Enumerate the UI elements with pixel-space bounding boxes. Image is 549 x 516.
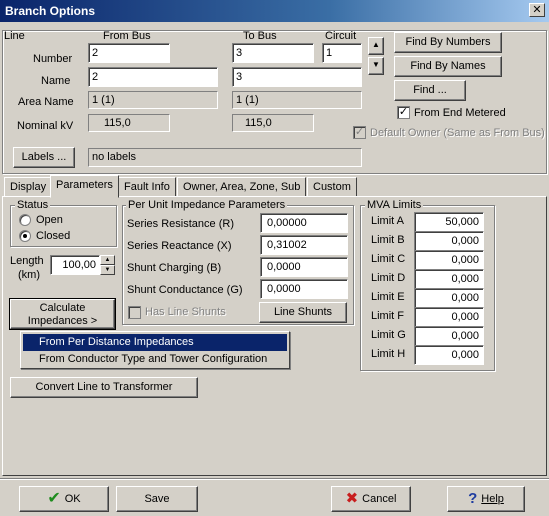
labels-button[interactable]: Labels ...	[13, 147, 75, 168]
length-spin-up[interactable]: ▲	[100, 255, 115, 265]
has-line-shunts-label: Has Line Shunts	[145, 306, 226, 318]
limit-d-input[interactable]: 0,000	[414, 269, 484, 289]
length-unit-label: (km)	[18, 269, 40, 281]
from-end-metered-label: From End Metered	[414, 107, 506, 119]
save-button[interactable]: Save	[116, 486, 198, 512]
shunt-charging-label: Shunt Charging (B)	[127, 262, 222, 274]
tab-parameters[interactable]: Parameters	[50, 175, 119, 198]
window-titlebar: Branch Options	[0, 0, 549, 22]
to-bus-header: To Bus	[243, 30, 277, 42]
limit-g-input[interactable]: 0,000	[414, 326, 484, 346]
area-name-label: Area Name	[18, 96, 74, 108]
help-label: Help	[481, 493, 504, 505]
status-open-label: Open	[36, 214, 63, 226]
from-area-name: 1 (1)	[88, 91, 218, 109]
spin-down-icon: ▼	[104, 267, 111, 273]
default-owner-checkbox: ✓	[353, 126, 366, 139]
status-closed-radio[interactable]	[19, 230, 31, 242]
line-label: Line	[4, 30, 25, 42]
circuit-header: Circuit	[325, 30, 357, 42]
has-line-shunts-checkbox	[128, 306, 141, 319]
series-reactance-label: Series Reactance (X)	[127, 240, 232, 252]
length-input[interactable]: 100,00	[50, 255, 100, 275]
limit-b-label: Limit B	[371, 234, 405, 246]
footer-separator	[0, 478, 549, 480]
limit-h-input[interactable]: 0,000	[414, 345, 484, 365]
status-group-title: Status	[15, 199, 51, 211]
limit-c-label: Limit C	[371, 253, 406, 265]
limit-c-input[interactable]: 0,000	[414, 250, 484, 270]
from-end-metered-checkbox[interactable]: ✓	[397, 106, 410, 119]
limit-b-input[interactable]: 0,000	[414, 231, 484, 251]
close-button[interactable]: ✕	[529, 3, 545, 17]
to-bus-name-input[interactable]: 3	[232, 67, 362, 87]
find-by-numbers-button[interactable]: Find By Numbers	[394, 32, 502, 53]
tab-fault-info[interactable]: Fault Info	[118, 177, 176, 197]
limit-g-label: Limit G	[371, 329, 406, 341]
to-nominal-kv: 115,0	[232, 114, 314, 132]
menu-item-conductor-type[interactable]: From Conductor Type and Tower Configurat…	[23, 351, 287, 368]
limit-a-input[interactable]: 50,000	[414, 212, 484, 232]
cancel-label: Cancel	[362, 493, 397, 505]
from-bus-header: From Bus	[103, 30, 151, 42]
to-area-name: 1 (1)	[232, 91, 362, 109]
circuit-input[interactable]: 1	[322, 43, 362, 63]
help-button[interactable]: ? Help	[447, 486, 525, 512]
shunt-charging-input[interactable]: 0,0000	[260, 257, 348, 277]
shunt-conductance-label: Shunt Conductance (G)	[127, 284, 243, 296]
from-nominal-kv: 115,0	[88, 114, 170, 132]
cancel-x-icon: ✖	[345, 490, 359, 508]
tab-owner-area-zone-sub[interactable]: Owner, Area, Zone, Sub	[177, 177, 307, 197]
from-bus-number-input[interactable]: 2	[88, 43, 170, 63]
limit-e-label: Limit E	[371, 291, 405, 303]
convert-to-transformer-button[interactable]: Convert Line to Transformer	[10, 377, 198, 398]
limit-f-label: Limit F	[371, 310, 404, 322]
limit-a-label: Limit A	[371, 215, 405, 227]
tab-custom[interactable]: Custom	[307, 177, 357, 197]
checkmark-icon: ✔	[47, 490, 61, 508]
mva-limits-title: MVA Limits	[365, 199, 424, 211]
limit-e-input[interactable]: 0,000	[414, 288, 484, 308]
find-button[interactable]: Find ...	[394, 80, 466, 101]
status-open-radio[interactable]	[19, 214, 31, 226]
limit-h-label: Limit H	[371, 348, 406, 360]
calculate-impedances-menu: From Per Distance Impedances From Conduc…	[20, 331, 290, 369]
per-unit-impedance-title: Per Unit Impedance Parameters	[126, 199, 288, 211]
cancel-button[interactable]: ✖ Cancel	[331, 486, 411, 512]
series-reactance-input[interactable]: 0,31002	[260, 235, 348, 255]
window-title: Branch Options	[5, 4, 96, 18]
line-shunts-button[interactable]: Line Shunts	[259, 302, 347, 323]
find-by-names-button[interactable]: Find By Names	[394, 56, 502, 77]
arrow-down-icon: ▼	[372, 60, 380, 69]
arrow-up-icon: ▲	[372, 40, 380, 49]
shunt-conductance-input[interactable]: 0,0000	[260, 279, 348, 299]
next-branch-button[interactable]: ▼	[368, 57, 384, 75]
tab-bar: Display Parameters Fault Info Owner, Are…	[2, 175, 547, 198]
ok-button[interactable]: ✔ OK	[19, 486, 109, 512]
tab-display[interactable]: Display	[4, 177, 53, 197]
number-label: Number	[33, 53, 73, 65]
status-closed-label: Closed	[36, 230, 71, 242]
default-owner-label: Default Owner (Same as From Bus)	[370, 127, 545, 139]
labels-field: no labels	[88, 148, 362, 167]
limit-f-input[interactable]: 0,000	[414, 307, 484, 327]
to-bus-number-input[interactable]: 3	[232, 43, 314, 63]
close-icon: ✕	[532, 4, 542, 16]
nominal-kv-label: Nominal kV	[17, 120, 74, 132]
series-resistance-input[interactable]: 0,00000	[260, 213, 348, 233]
spin-up-icon: ▲	[104, 257, 111, 263]
name-label: Name	[41, 75, 71, 87]
series-resistance-label: Series Resistance (R)	[127, 218, 234, 230]
previous-branch-button[interactable]: ▲	[368, 37, 384, 55]
calculate-impedances-button[interactable]: Calculate Impedances >	[9, 298, 116, 330]
ok-label: OK	[64, 493, 81, 505]
length-label: Length	[10, 255, 44, 267]
limit-d-label: Limit D	[371, 272, 406, 284]
menu-item-per-distance[interactable]: From Per Distance Impedances	[23, 334, 287, 351]
from-bus-name-input[interactable]: 2	[88, 67, 218, 87]
length-spin-down[interactable]: ▼	[100, 265, 115, 275]
help-question-icon: ?	[468, 490, 478, 508]
